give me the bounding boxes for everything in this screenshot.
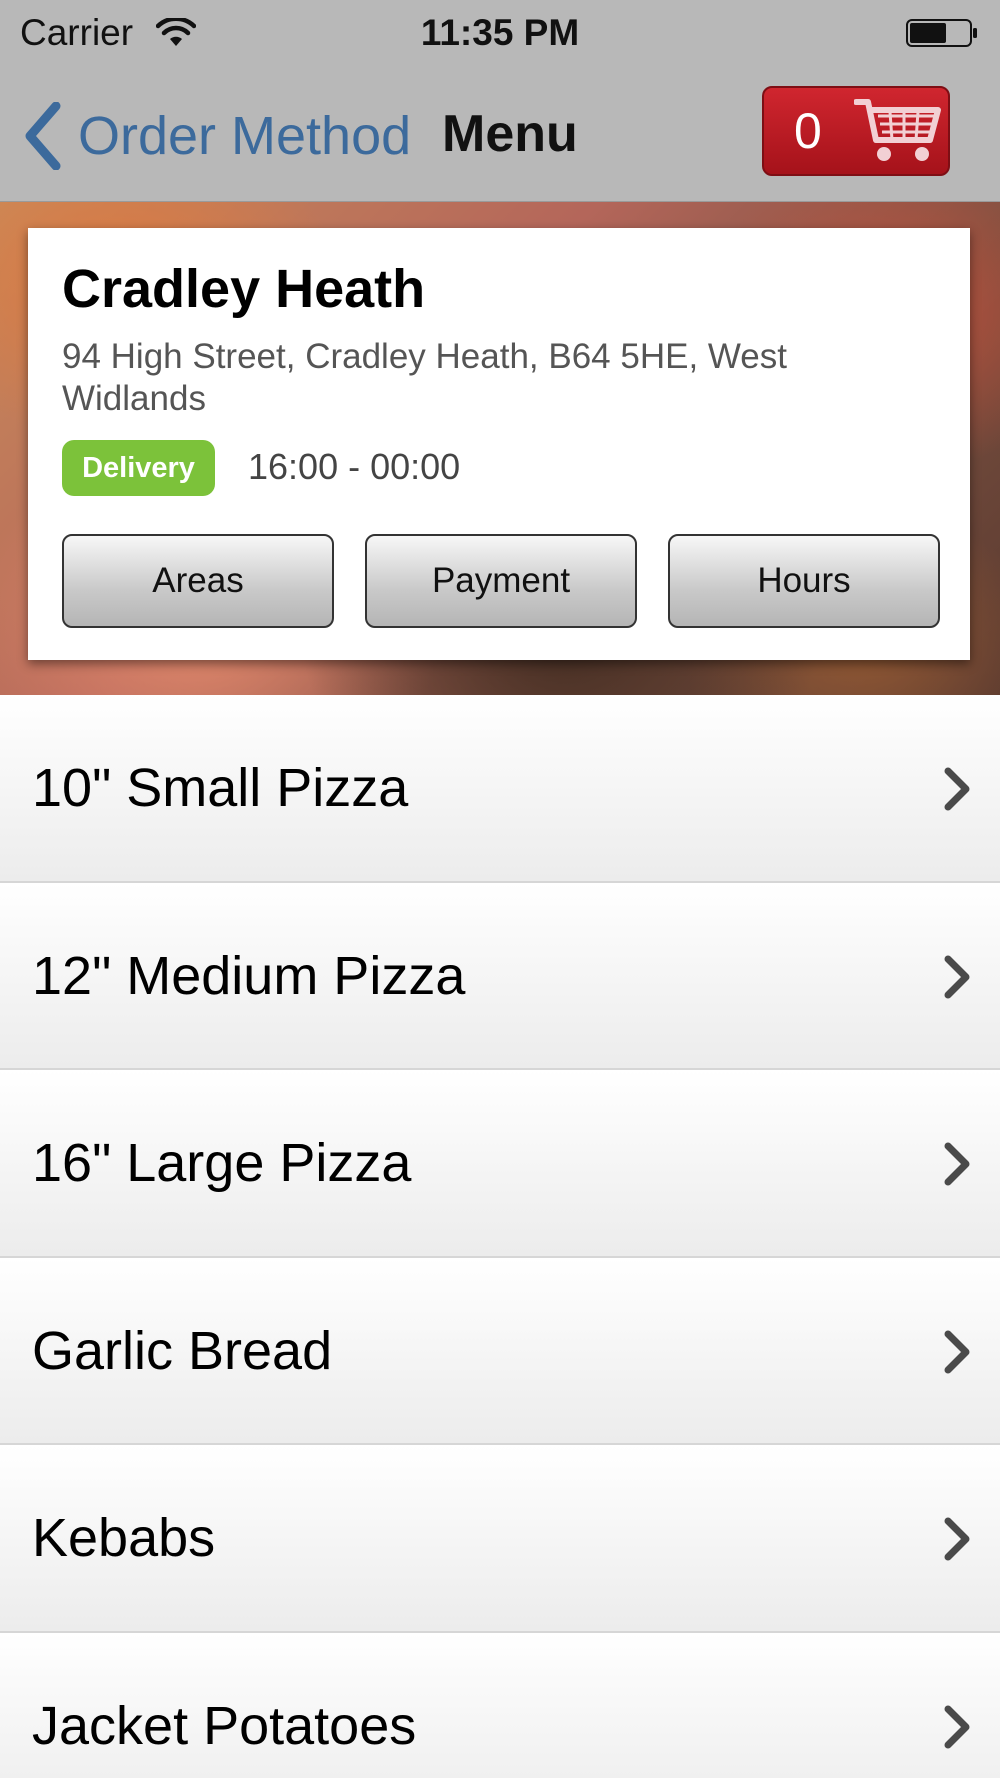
list-item[interactable]: Jacket Potatoes [0,1632,1000,1778]
opening-hours: 16:00 - 00:00 [248,446,461,487]
list-item-label: 16" Large Pizza [32,1133,412,1193]
status-bar: Carrier 11:35 PM [0,0,1000,68]
clock: 11:35 PM [420,12,580,53]
top-bar: Carrier 11:35 PM Order Method Menu 0 [0,0,1000,202]
chevron-right-icon [944,955,970,998]
back-button-label: Order Method [78,106,412,166]
cart-count: 0 [794,103,822,159]
list-item[interactable]: Kebabs [0,1445,1000,1633]
cart-button[interactable]: 0 [762,86,950,176]
list-item[interactable]: 16" Large Pizza [0,1070,1000,1258]
page-title: Menu [442,105,578,163]
payment-button[interactable]: Payment [365,534,637,628]
store-address: 94 High Street, Cradley Heath, B64 5HE, … [62,337,787,418]
battery-icon [906,19,977,47]
list-item-label: 10" Small Pizza [32,758,409,818]
chevron-right-icon [944,1330,970,1373]
list-item[interactable]: Garlic Bread [0,1257,1000,1445]
delivery-badge: Delivery [62,440,215,496]
shopping-cart-icon [854,99,941,161]
chevron-right-icon [944,1142,970,1186]
menu-category-list: 10" Small Pizza 12" Medium Pizza 16" Lar… [0,695,1000,1778]
areas-button[interactable]: Areas [62,534,334,628]
list-item-label: Jacket Potatoes [32,1695,417,1756]
hero-background-image: Cradley Heath 94 High Street, Cradley He… [0,202,1000,695]
hours-button[interactable]: Hours [668,534,940,628]
store-name: Cradley Heath [62,259,426,319]
list-item-label: Garlic Bread [32,1320,333,1381]
list-item-label: 12" Medium Pizza [32,945,466,1006]
chevron-right-icon [944,1705,970,1748]
navigation-bar: Order Method Menu 0 [0,68,1000,202]
chevron-right-icon [944,1517,970,1561]
list-item[interactable]: 10" Small Pizza [0,695,1000,883]
back-button[interactable]: Order Method [22,96,411,176]
list-item-label: Kebabs [32,1508,216,1568]
store-info-card: Cradley Heath 94 High Street, Cradley He… [28,228,970,660]
back-chevron-icon [25,102,61,170]
chevron-right-icon [944,767,970,811]
list-item[interactable]: 12" Medium Pizza [0,882,1000,1070]
